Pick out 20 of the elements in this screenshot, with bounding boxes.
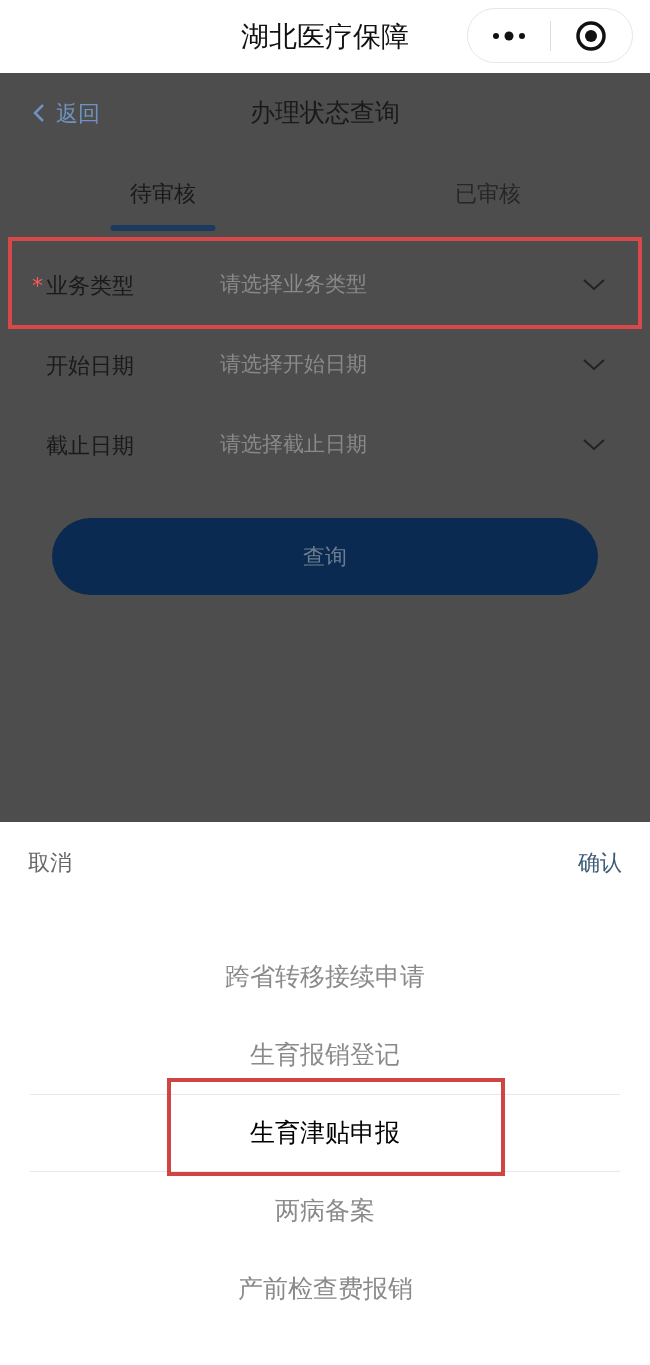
picker-option[interactable]: 跨省转移接续申请 (30, 938, 620, 1016)
field-placeholder: 请选择业务类型 (220, 271, 368, 299)
cancel-button[interactable]: 取消 (28, 845, 72, 879)
field-placeholder: 请选择截止日期 (220, 431, 368, 459)
back-chevron-icon (32, 102, 46, 124)
field-placeholder: 请选择开始日期 (220, 351, 368, 379)
app-title: 湖北医疗保障 (241, 18, 409, 55)
query-button[interactable]: 查询 (52, 518, 598, 595)
picker-option[interactable]: 两病备案 (30, 1172, 620, 1250)
picker-option[interactable]: 生育报销登记 (30, 1016, 620, 1094)
picker-option[interactable]: 产前检查费报销 (30, 1250, 620, 1328)
close-target-icon[interactable] (575, 19, 608, 52)
required-mark: * (32, 272, 43, 298)
chevron-down-icon (582, 438, 606, 452)
chevron-down-icon (582, 278, 606, 292)
picker-option[interactable]: 生育津贴申报 (30, 1094, 620, 1172)
more-icon[interactable] (491, 30, 526, 41)
chevron-down-icon (582, 358, 606, 372)
back-button[interactable]: 返回 (32, 96, 100, 130)
confirm-button[interactable]: 确认 (578, 845, 622, 879)
